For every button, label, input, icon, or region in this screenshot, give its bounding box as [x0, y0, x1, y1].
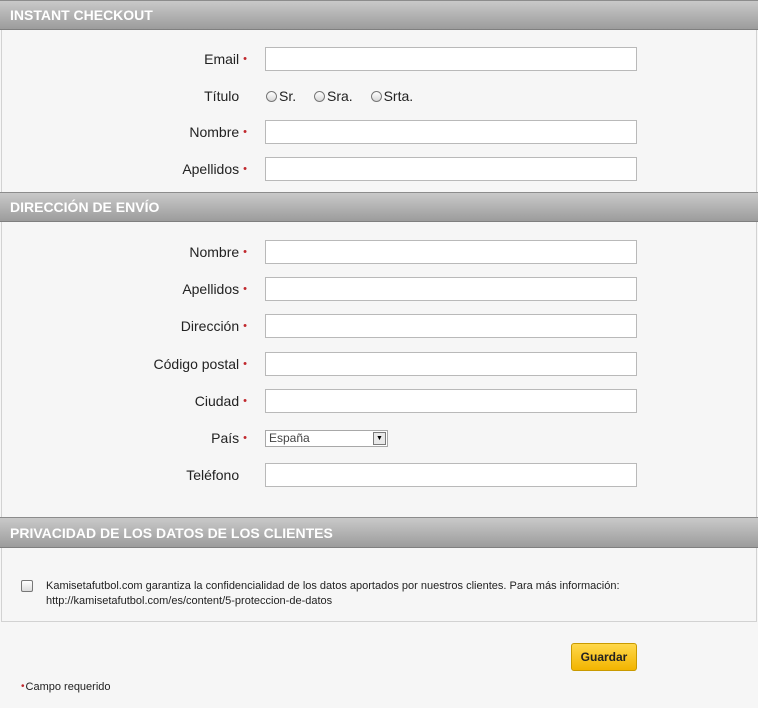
required-marker: • — [243, 358, 247, 370]
title-row: Título• Sr. Sra. Srta. — [0, 84, 758, 108]
section-title: DIRECCIÓN DE ENVÍO — [10, 199, 160, 215]
required-marker: • — [243, 283, 247, 295]
address-row: Dirección • — [0, 314, 758, 338]
required-marker: • — [243, 320, 247, 332]
last-name-row: Apellidos • — [0, 157, 758, 181]
privacy-checkbox[interactable] — [21, 580, 33, 592]
first-name-label: Nombre — [189, 124, 240, 140]
radio-button[interactable] — [370, 91, 382, 102]
title-label: Título — [204, 88, 240, 104]
last-name-field[interactable] — [265, 157, 637, 181]
required-field-text: Campo requerido — [25, 681, 111, 693]
ship-first-name-field[interactable] — [265, 240, 637, 264]
ship-last-name-row: Apellidos • — [0, 277, 758, 301]
required-marker: • — [243, 126, 247, 138]
country-select[interactable]: España ▼ — [265, 430, 388, 447]
section-title: INSTANT CHECKOUT — [10, 7, 153, 23]
required-marker: • — [243, 395, 247, 407]
address-label: Dirección — [180, 318, 240, 334]
save-button[interactable]: Guardar — [571, 643, 637, 671]
ship-first-name-row: Nombre • — [0, 240, 758, 264]
required-marker: • — [243, 246, 247, 258]
privacy-link-text: http://kamisetafutbol.com/es/content/5-p… — [46, 595, 333, 607]
phone-label: Teléfono — [186, 467, 240, 483]
ship-first-name-label: Nombre — [189, 244, 240, 260]
required-marker: • — [243, 432, 247, 444]
postal-code-field[interactable] — [265, 352, 637, 376]
postal-code-row: Código postal • — [0, 352, 758, 376]
phone-field[interactable] — [265, 463, 637, 487]
city-row: Ciudad • — [0, 389, 758, 413]
radio-srta[interactable]: Srta. — [370, 84, 413, 108]
section-title: PRIVACIDAD DE LOS DATOS DE LOS CLIENTES — [10, 525, 333, 541]
first-name-field[interactable] — [265, 120, 637, 144]
radio-button[interactable] — [314, 91, 326, 102]
section-header-shipping: DIRECCIÓN DE ENVÍO — [0, 192, 758, 222]
radio-button[interactable] — [266, 91, 277, 102]
privacy-box: Kamisetafutbol.com garantiza la confiden… — [1, 548, 757, 622]
postal-code-label: Código postal — [153, 356, 240, 372]
last-name-label: Apellidos — [182, 161, 240, 177]
country-label: País — [211, 430, 240, 446]
section-header-instant-checkout: INSTANT CHECKOUT — [0, 0, 758, 30]
privacy-text: Kamisetafutbol.com garantiza la confiden… — [46, 579, 666, 609]
address-field[interactable] — [265, 314, 637, 338]
city-label: Ciudad — [194, 393, 240, 409]
email-field[interactable] — [265, 47, 637, 71]
chevron-down-icon[interactable]: ▼ — [373, 432, 386, 445]
checkout-page: INSTANT CHECKOUT Email• Título• Sr. Sra.… — [0, 0, 758, 708]
radio-sra[interactable]: Sra. — [314, 84, 353, 108]
required-marker: • — [243, 53, 247, 65]
required-field-note: •Campo requerido — [21, 681, 111, 693]
ship-last-name-field[interactable] — [265, 277, 637, 301]
country-selected-value: España — [269, 431, 310, 445]
city-field[interactable] — [265, 389, 637, 413]
ship-last-name-label: Apellidos — [182, 281, 240, 297]
country-row: País • España ▼ — [0, 426, 758, 450]
title-radio-group: Sr. Sra. Srta. — [266, 84, 427, 108]
required-marker: • — [243, 163, 247, 175]
radio-sr[interactable]: Sr. — [266, 84, 296, 108]
email-label: Email — [204, 51, 240, 67]
required-marker: • — [21, 681, 25, 692]
section-header-privacy: PRIVACIDAD DE LOS DATOS DE LOS CLIENTES — [0, 517, 758, 548]
email-row: Email • — [0, 47, 758, 71]
privacy-text-line: Kamisetafutbol.com garantiza la confiden… — [46, 580, 620, 592]
first-name-row: Nombre • — [0, 120, 758, 144]
phone-row: Teléfono• — [0, 463, 758, 487]
